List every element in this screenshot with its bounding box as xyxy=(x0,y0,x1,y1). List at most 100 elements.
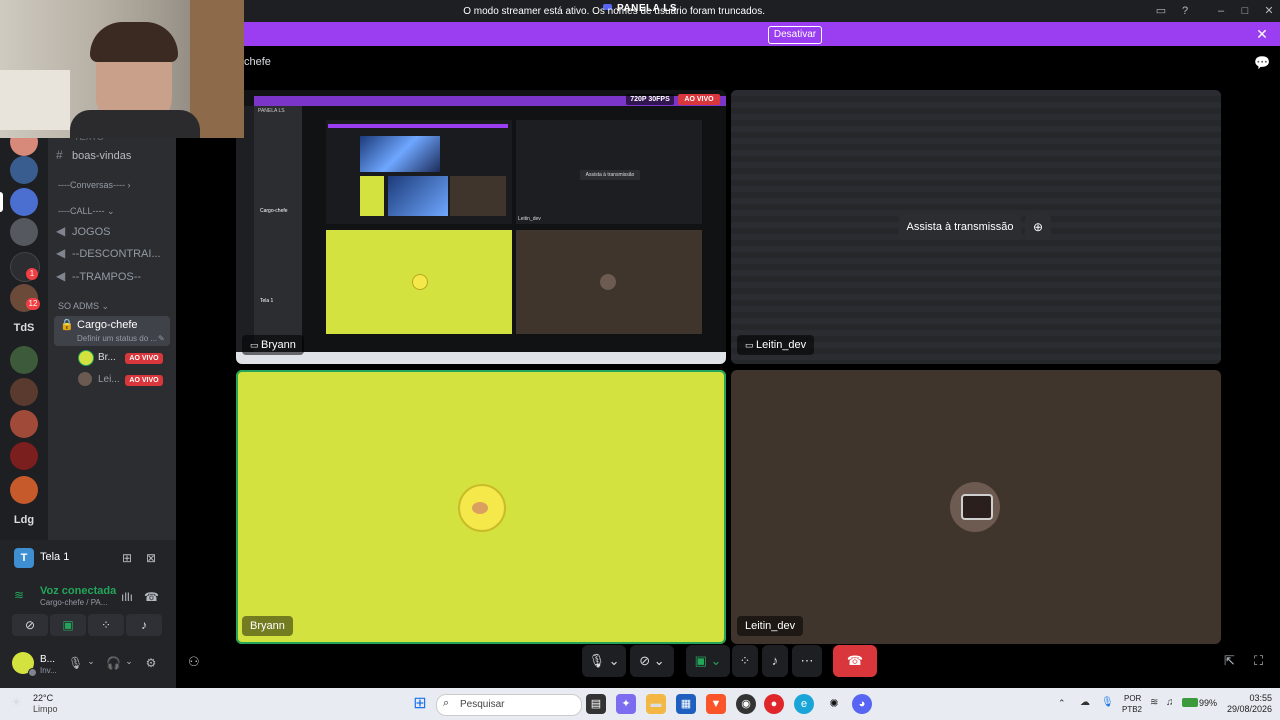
tile-name-label: ▭ Bryann xyxy=(242,335,304,355)
nested-channel-list xyxy=(254,106,302,354)
speaker-icon: ◀ xyxy=(56,224,66,238)
discord-icon[interactable]: ◕ xyxy=(852,694,872,714)
channel-status[interactable]: Definir um status do ... xyxy=(77,334,157,343)
onedrive-icon[interactable]: ☁ xyxy=(1080,697,1090,708)
nested-avatar xyxy=(412,274,428,290)
stop-stream-icon[interactable]: ⊠ xyxy=(144,551,158,565)
settings-gear-icon[interactable]: ⚙ xyxy=(144,656,158,670)
server-icon[interactable] xyxy=(10,188,38,216)
noise-suppression-icon[interactable]: ıllı xyxy=(120,590,134,604)
copilot-icon[interactable]: ✦ xyxy=(616,694,636,714)
tile-name-label: Bryann xyxy=(242,616,293,636)
edit-status-icon[interactable]: ✎ xyxy=(158,334,165,343)
activities-button[interactable]: ⁘ xyxy=(88,614,124,636)
voice-channel-link[interactable]: Cargo-chefe / PA... xyxy=(40,598,107,607)
lock-icon: 🔒 xyxy=(60,319,74,331)
windows-start-icon[interactable]: ⊞ xyxy=(410,694,430,714)
voice-channel-descontrai[interactable]: ◀ --DESCONTRAI... xyxy=(56,244,172,262)
activities-button[interactable]: ⁘ xyxy=(732,645,758,677)
nested-avatar-2 xyxy=(600,274,616,290)
nested-wallpaper-2 xyxy=(388,176,448,216)
member-avatar[interactable] xyxy=(78,372,92,386)
disconnect-icon[interactable]: ☎ xyxy=(144,590,159,604)
app-icon[interactable]: ◉ xyxy=(736,694,756,714)
category-call[interactable]: ----CALL---- ⌄ xyxy=(58,204,115,218)
store-icon[interactable]: ▦ xyxy=(676,694,696,714)
brave-icon[interactable]: ▼ xyxy=(706,694,726,714)
gamepad-icon[interactable]: ⊞ xyxy=(120,551,134,565)
server-ldg[interactable]: Ldg xyxy=(6,514,42,526)
language-primary[interactable]: POR xyxy=(1124,694,1141,703)
voice-connected-label: Voz conectada xyxy=(40,585,117,597)
server-tds[interactable]: TdS xyxy=(6,322,42,334)
chatgpt-icon[interactable]: ✺ xyxy=(824,694,844,714)
voice-channel-jogos[interactable]: ◀ JOGOS xyxy=(56,222,172,240)
edge-icon[interactable]: e xyxy=(794,694,814,714)
member-avatar[interactable] xyxy=(78,350,94,366)
chevron-down-icon[interactable]: ⌄ xyxy=(86,656,96,667)
close-banner-icon[interactable]: ✕ xyxy=(1254,26,1270,42)
server-icon[interactable] xyxy=(10,378,38,406)
quality-badge: 720P 30FPS xyxy=(626,94,674,105)
screen-share-toggle[interactable]: ▣ ⌄ xyxy=(686,645,730,677)
app-icon-red[interactable]: ● xyxy=(764,694,784,714)
chat-bubble-icon[interactable]: 💬 xyxy=(1254,55,1270,70)
popout-icon[interactable]: ⇱ xyxy=(1224,653,1240,669)
server-icon[interactable] xyxy=(10,410,38,438)
fullscreen-icon[interactable]: ⛶ xyxy=(1254,653,1270,669)
headphones-icon[interactable]: 🎧 xyxy=(106,656,121,670)
member-name[interactable]: Br... xyxy=(98,352,116,363)
file-explorer-icon[interactable]: ▬ xyxy=(646,694,666,714)
popout-stream-icon[interactable]: ⊕ xyxy=(1025,214,1051,240)
camera-toggle[interactable]: ⊘ ⌄ xyxy=(630,645,674,677)
close-window-button[interactable]: ✕ xyxy=(1260,2,1278,20)
server-icon[interactable] xyxy=(10,218,38,246)
clock-date[interactable]: 29/08/2026 xyxy=(1214,704,1272,714)
camera-off-button[interactable]: ⊘ xyxy=(12,614,48,636)
watch-stream-button[interactable]: Assista à transmissão xyxy=(899,214,1021,240)
disable-streamer-mode-button[interactable]: Desativar xyxy=(768,26,822,44)
hash-icon: # xyxy=(56,148,63,162)
microphone-icon[interactable]: 🎙 xyxy=(68,656,83,670)
more-options-icon[interactable]: ⋯ xyxy=(792,645,822,677)
clock-time[interactable]: 03:55 xyxy=(1222,693,1272,703)
invite-user-icon[interactable]: ⚇ xyxy=(188,654,204,670)
stream-title: Tela 1 xyxy=(40,551,70,563)
soundboard-button[interactable]: ♪ xyxy=(126,614,162,636)
server-icon[interactable] xyxy=(10,442,38,470)
taskbar-search[interactable] xyxy=(436,694,582,716)
help-icon[interactable]: ? xyxy=(1176,2,1194,20)
channel-boas-vindas[interactable]: # boas-vindas xyxy=(56,146,172,164)
stream-tile-leitin[interactable]: Assista à transmissão ⊕ ▭ Leitin_dev xyxy=(731,90,1221,364)
volume-icon[interactable]: ♫ xyxy=(1166,697,1174,708)
chevron-down-icon[interactable]: ⌄ xyxy=(124,656,134,667)
task-view-icon[interactable]: ▤ xyxy=(586,694,606,714)
server-icon[interactable] xyxy=(10,346,38,374)
active-server-pill xyxy=(0,192,3,212)
language-secondary[interactable]: PTB2 xyxy=(1122,705,1142,714)
mic-tray-icon[interactable]: 🎙 xyxy=(1101,697,1114,708)
server-icon[interactable] xyxy=(10,156,38,184)
wifi-icon[interactable]: ≋ xyxy=(1150,697,1158,708)
hang-up-button[interactable]: ☎ xyxy=(833,645,877,677)
stream-tile-bryann[interactable]: PANELA LS Cargo-chefe Tela 1 Assista à t… xyxy=(236,90,726,364)
minimize-button[interactable]: – xyxy=(1212,2,1230,20)
category-so-adms[interactable]: SO ADMS ⌄ xyxy=(58,299,109,313)
share-screen-button[interactable]: ▣ xyxy=(50,614,86,636)
category-conversas[interactable]: ----Conversas---- › xyxy=(58,178,131,192)
weather-icon[interactable]: ☀ xyxy=(10,694,23,711)
webcam-overlay xyxy=(0,0,244,138)
maximize-button[interactable]: □ xyxy=(1236,2,1254,20)
server-icon[interactable] xyxy=(10,476,38,504)
battery-icon[interactable] xyxy=(1182,698,1198,707)
user-tile-bryann[interactable]: Bryann xyxy=(236,370,726,644)
inbox-icon[interactable]: ▭ xyxy=(1152,2,1170,20)
tray-chevron-icon[interactable]: ⌃ xyxy=(1058,698,1066,709)
member-name[interactable]: Lei... xyxy=(98,374,120,385)
status-dot xyxy=(28,668,37,677)
voice-channel-trampos[interactable]: ◀ --TRAMPOS-- xyxy=(56,267,172,285)
microphone-toggle[interactable]: 🎙 ⌄ xyxy=(582,645,626,677)
user-name[interactable]: B... xyxy=(40,654,55,665)
user-tile-leitin[interactable]: Leitin_dev xyxy=(731,370,1221,644)
soundboard-button[interactable]: ♪ xyxy=(762,645,788,677)
